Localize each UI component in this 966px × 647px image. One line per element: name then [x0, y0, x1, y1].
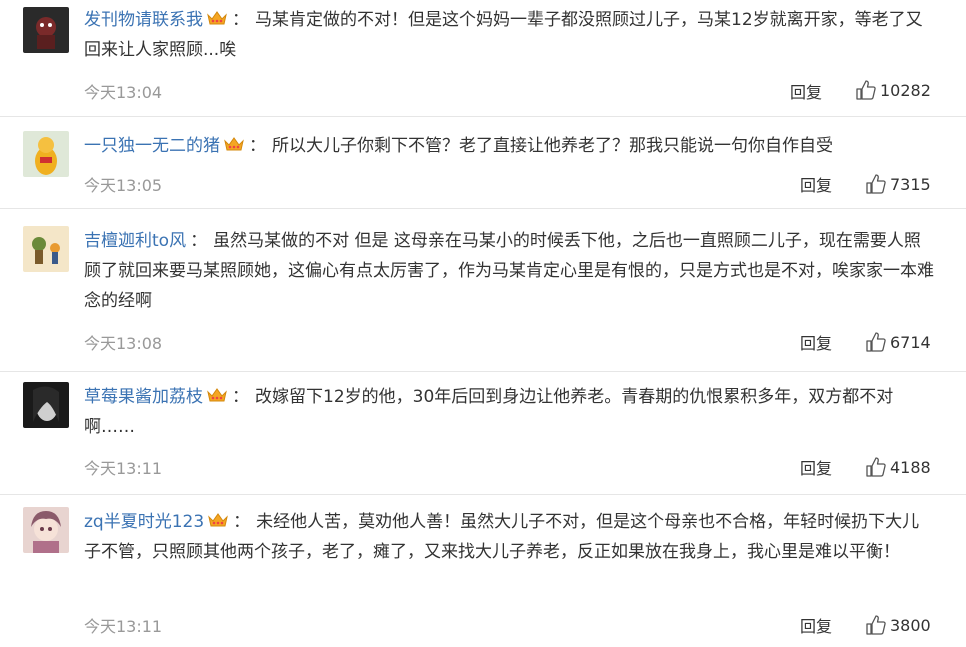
comment-item: 吉檀迦利to风：虽然马某做的不对 但是 这母亲在马某小的时候丢下他，之后也一直照… [0, 209, 966, 372]
avatar[interactable] [23, 382, 69, 428]
avatar[interactable] [23, 226, 69, 272]
like-count: 10282 [880, 80, 931, 100]
crown-icon [224, 137, 244, 151]
username-link[interactable]: 发刊物请联系我 [84, 10, 203, 30]
comment-item: 发刊物请联系我：马某肯定做的不对！但是这个妈妈一辈子都没照顾过儿子，马某12岁就… [0, 0, 966, 117]
comment-list: 发刊物请联系我：马某肯定做的不对！但是这个妈妈一辈子都没照顾过儿子，马某12岁就… [0, 0, 966, 647]
comment-time: 今天13:11 [84, 459, 163, 478]
thumbs-up-icon [866, 457, 886, 477]
like-button[interactable]: 6714 [866, 332, 931, 352]
comment-content: 发刊物请联系我：马某肯定做的不对！但是这个妈妈一辈子都没照顾过儿子，马某12岁就… [84, 5, 936, 65]
thumbs-up-icon [866, 332, 886, 352]
comment-text: 所以大儿子你剩下不管？老了直接让他养老了？那我只能说一句你自作自受 [272, 136, 833, 156]
crown-icon [207, 11, 227, 25]
avatar[interactable] [23, 507, 69, 553]
like-count: 4188 [890, 457, 931, 477]
like-button[interactable]: 10282 [856, 80, 931, 100]
thumbs-up-icon [866, 174, 886, 194]
reply-button[interactable]: 回复 [800, 613, 832, 637]
reply-button[interactable]: 回复 [800, 172, 832, 196]
thumbs-up-icon [856, 80, 876, 100]
like-count: 3800 [890, 615, 931, 635]
colon: ： [249, 136, 266, 156]
like-count: 7315 [890, 174, 931, 194]
comment-content: 草莓果酱加荔枝：改嫁留下12岁的他，30年后回到身边让他养老。青春期的仇恨累积多… [84, 382, 936, 442]
like-button[interactable]: 4188 [866, 457, 931, 477]
comment-content: 一只独一无二的猪 ： 所以大儿子你剩下不管？老了直接让他养老了？那我只能说一句你自作… [84, 131, 936, 161]
username-link[interactable]: 一只独一无二的猪 [84, 136, 220, 156]
crown-icon [208, 513, 229, 527]
like-count: 6714 [890, 332, 931, 352]
comment-time: 今天13:08 [84, 334, 163, 353]
colon: ： [232, 387, 249, 407]
like-button[interactable]: 7315 [866, 174, 931, 194]
crown-icon [207, 388, 227, 402]
colon: ： [190, 231, 208, 251]
colon: ： [232, 10, 249, 30]
colon: ： [233, 512, 251, 532]
username-link[interactable]: 草莓果酱加荔枝 [84, 387, 203, 407]
comment-item: 草莓果酱加荔枝：改嫁留下12岁的他，30年后回到身边让他养老。青春期的仇恨累积多… [0, 372, 966, 495]
comment-text: 虽然马某做的不对 但是 这母亲在马某小的时候丢下他，之后也一直照顾二儿子，现在需… [84, 231, 934, 311]
reply-button[interactable]: 回复 [790, 79, 822, 103]
username-link[interactable]: 吉檀迦利to风 [84, 231, 186, 251]
avatar[interactable] [23, 131, 69, 177]
comment-time: 今天13:05 [84, 176, 163, 195]
like-button[interactable]: 3800 [866, 615, 931, 635]
comment-item: zq半夏时光123：未经他人苦，莫劝他人善！虽然大儿子不对，但是这个母亲也不合格… [0, 495, 966, 647]
comment-time: 今天13:04 [84, 83, 163, 102]
avatar[interactable] [23, 7, 69, 53]
comment-item: 一只独一无二的猪 ： 所以大儿子你剩下不管？老了直接让他养老了？那我只能说一句你自作… [0, 117, 966, 209]
comment-content: zq半夏时光123：未经他人苦，莫劝他人善！虽然大儿子不对，但是这个母亲也不合格… [84, 507, 936, 567]
reply-button[interactable]: 回复 [800, 455, 832, 479]
reply-button[interactable]: 回复 [800, 330, 832, 354]
comment-content: 吉檀迦利to风：虽然马某做的不对 但是 这母亲在马某小的时候丢下他，之后也一直照… [84, 226, 936, 316]
comment-time: 今天13:11 [84, 617, 163, 636]
thumbs-up-icon [866, 615, 886, 635]
username-link[interactable]: zq半夏时光123 [84, 512, 204, 532]
